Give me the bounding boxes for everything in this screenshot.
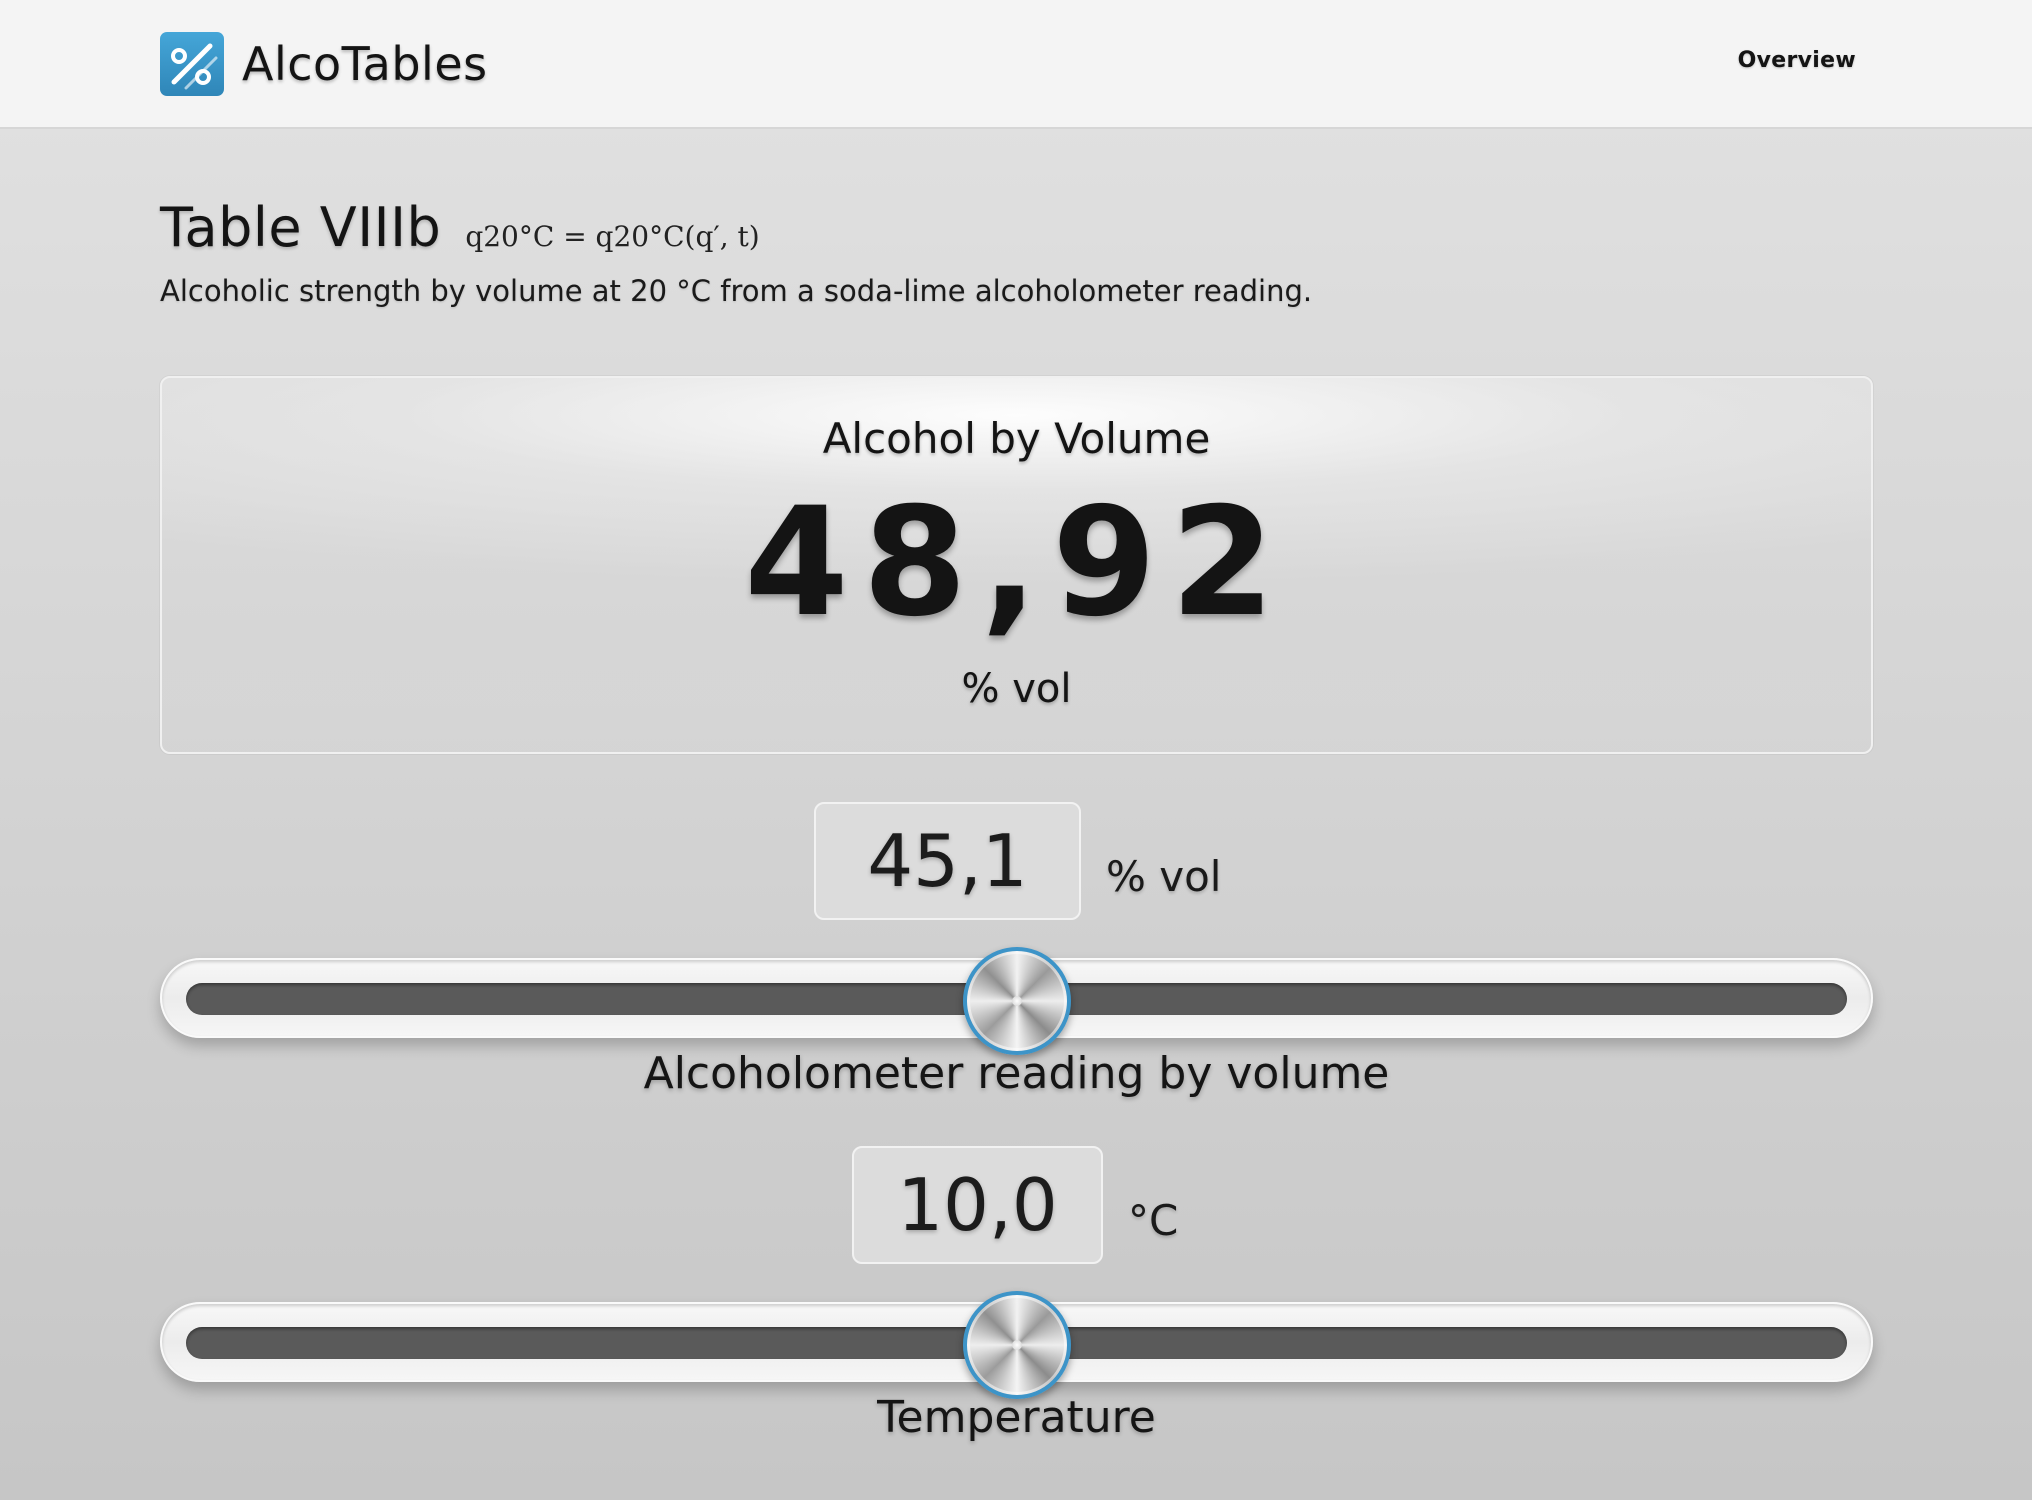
temperature-unit: °C: [1128, 1196, 1179, 1245]
alcoholometer-slider[interactable]: [160, 947, 1873, 1055]
page-title: Table VIIIb: [160, 196, 442, 259]
result-value: 48,92: [744, 476, 1289, 650]
temperature-value-box[interactable]: [852, 1146, 1103, 1264]
top-bar: AlcoTables Overview: [0, 0, 2032, 129]
temperature-slider[interactable]: [160, 1291, 1873, 1399]
temperature-input[interactable]: [854, 1148, 1101, 1262]
table-formula: q20°C = q20°C(q′, t): [465, 220, 760, 253]
alcoholometer-slider-thumb[interactable]: [962, 947, 1071, 1055]
app-name: AlcoTables: [242, 37, 488, 91]
page-heading: Table VIIIb q20°C = q20°C(q′, t): [160, 196, 760, 259]
page-description: Alcoholic strength by volume at 20 °C fr…: [160, 274, 1313, 308]
result-card: Alcohol by Volume 48,92 % vol: [160, 376, 1873, 754]
alcoholometer-value-box[interactable]: [814, 802, 1081, 920]
percent-logo-icon: [160, 32, 224, 96]
alcoholometer-caption: Alcoholometer reading by volume: [643, 1048, 1390, 1099]
result-label: Alcohol by Volume: [822, 414, 1211, 463]
result-unit: % vol: [961, 666, 1072, 712]
temperature-caption: Temperature: [877, 1392, 1156, 1443]
alcoholometer-unit: % vol: [1106, 852, 1222, 901]
nav-overview-link[interactable]: Overview: [1738, 48, 1856, 73]
brand-home-link[interactable]: AlcoTables: [160, 32, 488, 96]
temperature-slider-thumb[interactable]: [962, 1291, 1071, 1399]
alcoholometer-input[interactable]: [816, 804, 1079, 918]
